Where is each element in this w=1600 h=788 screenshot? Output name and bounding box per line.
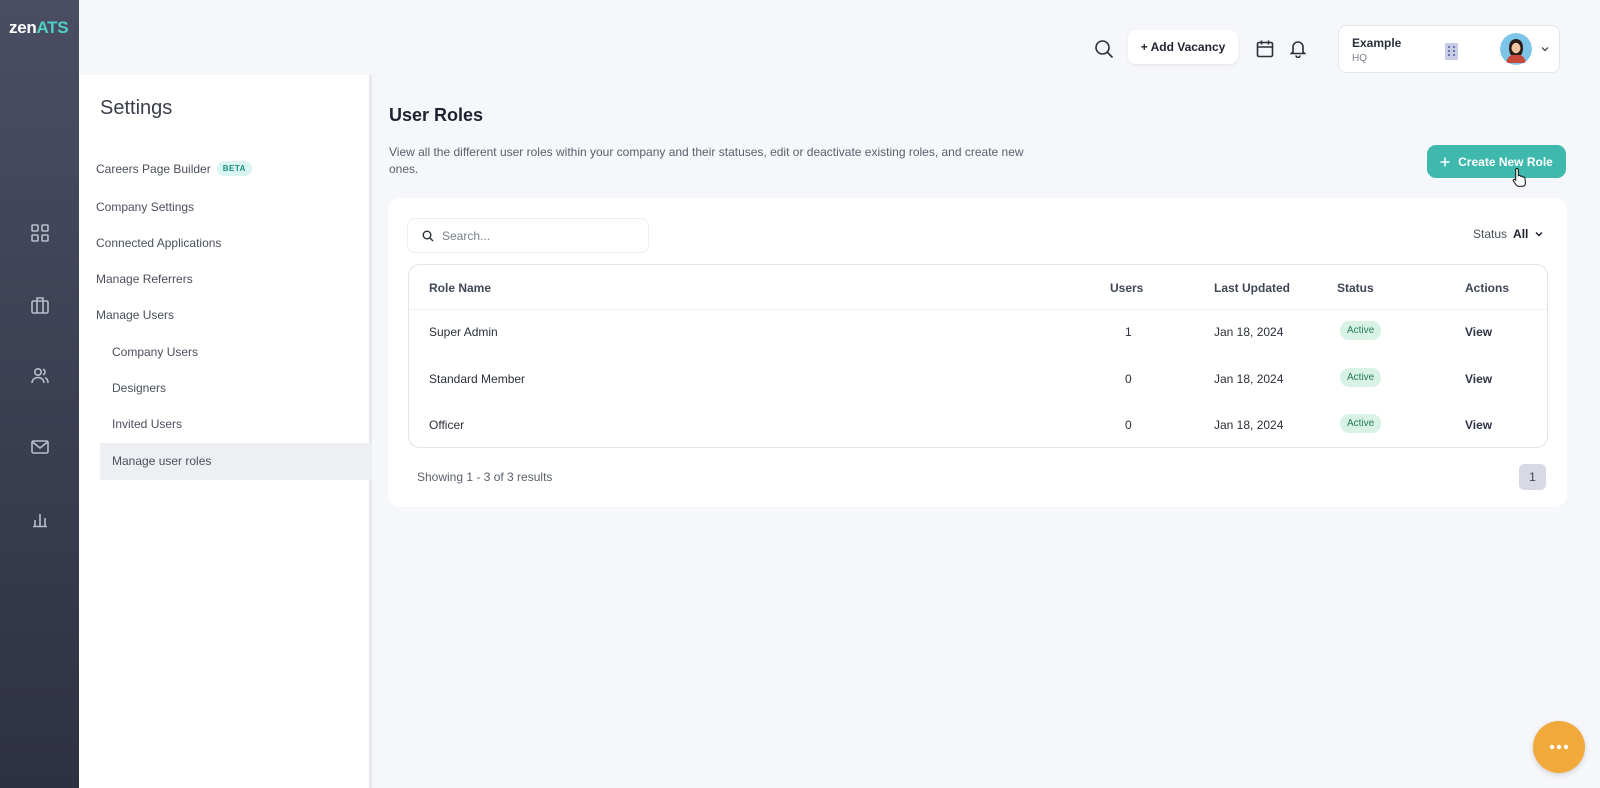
plus-icon <box>1440 157 1450 166</box>
create-new-role-button[interactable]: Create New Role <box>1427 145 1566 178</box>
status-badge: Active <box>1340 368 1382 387</box>
chevron-down-icon <box>1535 231 1543 237</box>
nav-manage-users[interactable]: Manage Users <box>96 308 174 322</box>
status-badge: Active <box>1340 414 1382 433</box>
page-button[interactable]: 1 <box>1519 464 1546 490</box>
app-logo[interactable]: zenATS <box>9 18 69 38</box>
pointer-cursor-icon <box>1512 167 1526 187</box>
page-title: User Roles <box>389 105 484 125</box>
role-name: Super Admin <box>429 325 498 339</box>
roles-table: Role Name Users Last Updated Status Acti… <box>408 264 1548 448</box>
header-role-name: Role Name <box>429 281 492 295</box>
row-divider <box>409 309 1547 310</box>
role-name: Officer <box>429 418 465 432</box>
calendar-icon[interactable] <box>1254 38 1276 60</box>
search-field[interactable] <box>407 218 649 253</box>
nav-careers-page-builder[interactable]: Careers Page Builder BETA <box>96 161 252 176</box>
users-icon[interactable] <box>28 364 52 388</box>
role-users: 0 <box>1125 372 1132 386</box>
search-icon <box>422 230 434 242</box>
role-users: 0 <box>1125 418 1132 432</box>
nav-manage-user-roles[interactable]: Manage user roles <box>112 454 211 468</box>
nav-designers[interactable]: Designers <box>112 381 166 395</box>
search-icon[interactable] <box>1093 38 1115 60</box>
settings-panel: Settings Careers Page Builder BETA Compan… <box>79 75 372 788</box>
chart-icon[interactable] <box>28 507 52 531</box>
view-role-link[interactable]: View <box>1465 418 1492 432</box>
company-name: Example <box>1352 36 1402 50</box>
role-last-updated: Jan 18, 2024 <box>1214 372 1284 386</box>
bell-icon[interactable] <box>1287 37 1309 59</box>
avatar[interactable] <box>1500 33 1532 65</box>
more-dots-icon <box>1549 744 1569 750</box>
company-location: HQ <box>1352 53 1367 64</box>
header-last-updated: Last Updated <box>1214 281 1291 295</box>
search-input[interactable] <box>442 227 632 245</box>
view-role-link[interactable]: View <box>1465 325 1492 339</box>
results-summary: Showing 1 - 3 of 3 results <box>417 470 553 484</box>
role-last-updated: Jan 18, 2024 <box>1214 418 1284 432</box>
header-users: Users <box>1110 281 1144 295</box>
status-badge: Active <box>1340 321 1382 340</box>
nav-company-settings[interactable]: Company Settings <box>96 200 194 214</box>
role-name: Standard Member <box>429 372 526 386</box>
header-status: Status <box>1337 281 1374 295</box>
nav-manage-referrers[interactable]: Manage Referrers <box>96 272 193 286</box>
briefcase-icon[interactable] <box>28 293 52 317</box>
role-last-updated: Jan 18, 2024 <box>1214 325 1284 339</box>
beta-badge: BETA <box>216 161 252 176</box>
add-vacancy-button[interactable]: + Add Vacancy <box>1128 30 1238 64</box>
status-filter[interactable]: Status All <box>1473 227 1544 241</box>
nav-connected-applications[interactable]: Connected Applications <box>96 236 221 250</box>
nav-company-users[interactable]: Company Users <box>112 345 198 359</box>
roles-card: Status All Role Name Users Last Updated … <box>388 198 1567 507</box>
app-rail: zenATS <box>0 0 79 788</box>
settings-title: Settings <box>100 97 173 119</box>
role-users: 1 <box>1125 325 1132 339</box>
mail-icon[interactable] <box>28 435 52 459</box>
grid-icon[interactable] <box>28 221 52 245</box>
chat-button[interactable] <box>1533 721 1585 773</box>
company-switcher[interactable]: Example HQ <box>1338 25 1560 73</box>
building-icon <box>1445 43 1458 60</box>
view-role-link[interactable]: View <box>1465 372 1492 386</box>
status-filter-value: All <box>1513 227 1529 241</box>
page-description: View all the different user roles within… <box>389 145 1024 176</box>
nav-invited-users[interactable]: Invited Users <box>112 417 182 431</box>
header-actions: Actions <box>1465 281 1510 295</box>
chevron-down-icon[interactable] <box>1540 44 1550 54</box>
